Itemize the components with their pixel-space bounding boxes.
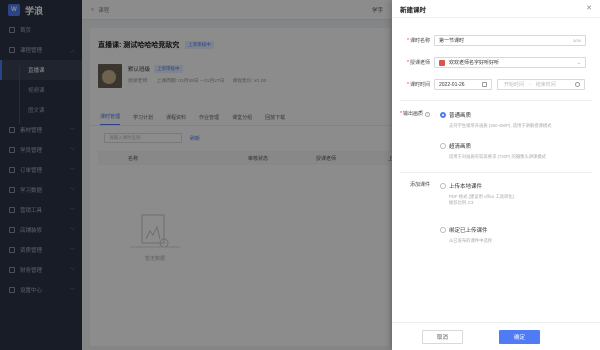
quality-option-hd[interactable]: 超清画质 适用于对画质有较高要求 (720P) 的摄像头讲课模式 — [440, 142, 546, 160]
teacher-select[interactable]: 欢欢老师名字好听好听 ⌄ — [434, 57, 586, 68]
radio-unchecked[interactable] — [440, 143, 446, 149]
required-mark: * — [407, 60, 409, 66]
time-range-picker[interactable]: 开始时间 - 结束时间 — [497, 79, 585, 90]
modal-mask[interactable] — [0, 0, 392, 350]
calendar-icon — [482, 82, 487, 87]
date-value: 2022-01-26 — [439, 81, 465, 88]
courseware-option-title: 绑定已上传课件 — [449, 228, 488, 234]
courseware-option-desc: PDF 格式 (建议用 office 工具转化) 推荐比例 4:3 — [449, 194, 515, 205]
lesson-name-label: 课时名称 — [409, 38, 430, 44]
quality-option-desc: 支持学生端单开画质 (360-480P), 适用于讲解授课模式 — [449, 123, 552, 128]
confirm-button[interactable]: 确定 — [499, 330, 540, 344]
radio-checked[interactable] — [440, 112, 446, 118]
clock-icon — [575, 82, 580, 87]
help-icon[interactable]: ? — [425, 112, 430, 117]
radio-unchecked[interactable] — [440, 183, 446, 189]
new-lesson-drawer: 新建课时 ✕ *课时名称 第一节课时 5/30 *授课老师 欢欢老师名字好听好听… — [392, 0, 600, 350]
time-label: 课时时间 — [409, 82, 430, 88]
courseware-label: 添加课件 — [409, 182, 430, 188]
lesson-name-row: *课时名称 第一节课时 5/30 — [392, 35, 586, 46]
drawer-title: 新建课时 — [400, 6, 426, 14]
end-time-placeholder: 结束时间 — [535, 82, 556, 88]
courseware-option-desc: 从已发布的课件中选择 — [449, 238, 492, 243]
required-mark: * — [407, 82, 409, 88]
quality-option-standard[interactable]: 普通画质 支持学生端单开画质 (360-480P), 适用于讲解授课模式 — [440, 111, 551, 129]
char-count: 5/30 — [573, 38, 581, 43]
courseware-option-title: 上传本地课件 — [449, 184, 483, 190]
close-icon[interactable]: ✕ — [586, 4, 592, 12]
quality-option-desc: 适用于对画质有较高要求 (720P) 的摄像头讲课模式 — [449, 154, 546, 159]
quality-option-title: 超清画质 — [449, 144, 472, 150]
cancel-button[interactable]: 取消 — [422, 330, 463, 344]
time-separator: - — [529, 81, 531, 88]
chevron-down-icon: ⌄ — [576, 59, 581, 66]
quality-label: 输出画质 — [402, 111, 423, 117]
teacher-row: *授课老师 欢欢老师名字好听好听 ⌄ — [392, 57, 586, 68]
divider — [400, 100, 592, 101]
quality-option-title: 普通画质 — [449, 113, 472, 119]
start-time-placeholder: 开始时间 — [504, 82, 525, 88]
divider — [400, 172, 592, 173]
required-mark: * — [407, 38, 409, 44]
teacher-avatar — [439, 59, 445, 66]
date-picker[interactable]: 2022-01-26 — [434, 79, 492, 90]
radio-unchecked[interactable] — [440, 227, 446, 233]
lesson-name-input[interactable]: 第一节课时 5/30 — [434, 35, 586, 46]
required-mark: * — [400, 111, 402, 117]
courseware-option-bind[interactable]: 绑定已上传课件 从已发布的课件中选择 — [440, 226, 492, 244]
teacher-value: 欢欢老师名字好听好听 — [449, 60, 500, 66]
teacher-label: 授课老师 — [409, 60, 430, 66]
drawer-footer: 取消 确定 — [392, 322, 600, 350]
quality-row: *输出画质? — [392, 110, 434, 117]
courseware-option-upload[interactable]: 上传本地课件 PDF 格式 (建议用 office 工具转化) 推荐比例 4:3 — [440, 182, 514, 206]
lesson-name-value: 第一节课时 — [439, 38, 465, 44]
time-row: *课时时间 2022-01-26 开始时间 - 结束时间 — [392, 79, 585, 90]
courseware-row: 添加课件 — [392, 181, 434, 188]
